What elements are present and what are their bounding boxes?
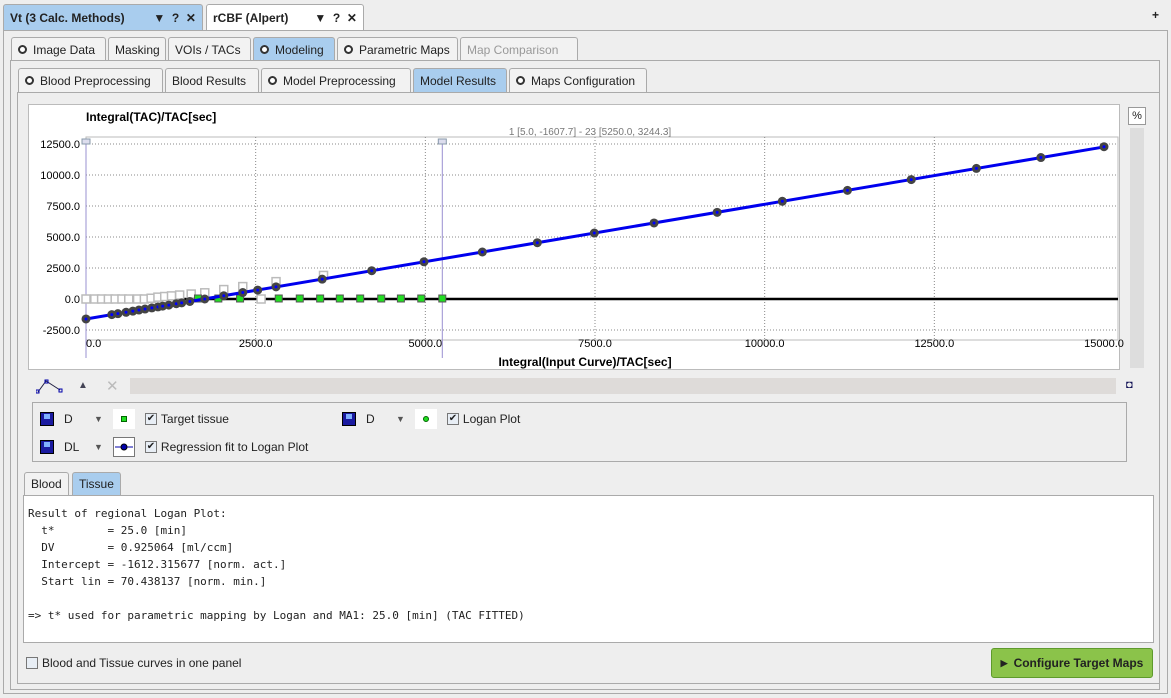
logan-point-center bbox=[241, 291, 245, 295]
target-tissue-point bbox=[274, 294, 283, 303]
chevron-down-icon[interactable]: ▼ bbox=[396, 414, 405, 424]
plot-frame bbox=[85, 136, 1119, 341]
excluded-point bbox=[166, 291, 177, 301]
target-tissue-point bbox=[417, 294, 426, 303]
y-tick-label: 2500.0 bbox=[46, 263, 80, 275]
x-tick-label: 7500.0 bbox=[578, 338, 612, 350]
play-icon: ▶ bbox=[1000, 657, 1008, 668]
line-swatch[interactable] bbox=[112, 437, 135, 457]
logan-point-center bbox=[116, 312, 120, 316]
x-tick-label: 10000.0 bbox=[745, 338, 785, 350]
y-tick-label: 12500.0 bbox=[40, 139, 80, 151]
logan-point-center bbox=[131, 309, 135, 313]
y-axis-label: Integral(TAC)/TAC[sec] bbox=[86, 110, 216, 124]
logan-point-center bbox=[320, 277, 324, 281]
logan-point-center bbox=[1102, 145, 1106, 149]
triangle-up-icon[interactable]: ▲ bbox=[78, 380, 88, 391]
target-tissue-point bbox=[335, 294, 344, 303]
logan-point-center bbox=[150, 306, 154, 310]
target-tissue-point bbox=[377, 294, 386, 303]
y-tick-label: 7500.0 bbox=[46, 201, 80, 213]
vertical-scrollbar[interactable] bbox=[1130, 128, 1144, 368]
logan-point-center bbox=[161, 304, 165, 308]
logan-point-center bbox=[780, 199, 784, 203]
save-icon[interactable] bbox=[40, 412, 54, 426]
logan-chart[interactable]: 0.0 2500.0 5000.0 7500.0 10000.0 12500.0 15000… bbox=[0, 0, 1171, 380]
logan-point-center bbox=[715, 210, 719, 214]
save-icon[interactable] bbox=[40, 440, 54, 454]
legend-logan-plot: D ▼ ✔ Logan Plot bbox=[342, 409, 520, 429]
logan-point-center bbox=[167, 303, 171, 307]
logan-point-center bbox=[222, 294, 226, 298]
logan-point-center bbox=[652, 221, 656, 225]
chevron-down-icon[interactable]: ▼ bbox=[94, 414, 103, 424]
range-marker-handle bbox=[437, 138, 447, 145]
y-tick-label: 10000.0 bbox=[40, 170, 80, 182]
camera-icon[interactable]: ◘ bbox=[1126, 379, 1133, 391]
legend-regression: DL ▼ ✔ Regression fit to Logan Plot bbox=[40, 437, 308, 457]
logan-point-center bbox=[203, 297, 207, 301]
logan-point-center bbox=[110, 313, 114, 317]
x-axis-label: Integral(Input Curve)/TAC[sec] bbox=[498, 355, 671, 369]
excluded-point bbox=[256, 294, 266, 304]
excluded-point bbox=[81, 294, 91, 304]
logan-point-center bbox=[274, 285, 278, 289]
x-tick-label: 2500.0 bbox=[239, 338, 273, 350]
horizontal-scrollbar[interactable] bbox=[130, 378, 1116, 394]
chevron-down-icon[interactable]: ▼ bbox=[94, 442, 103, 452]
logan-point-center bbox=[180, 301, 184, 305]
logan-plot-checkbox[interactable]: ✔ bbox=[446, 413, 459, 425]
configure-target-maps-button[interactable]: ▶ Configure Target Maps bbox=[991, 648, 1153, 678]
marker-swatch[interactable] bbox=[112, 409, 135, 429]
one-panel-option[interactable]: Blood and Tissue curves in one panel bbox=[26, 656, 241, 670]
x-tick-label: 12500.0 bbox=[914, 338, 954, 350]
logan-point-center bbox=[188, 299, 192, 303]
y-tick-label: 0.0 bbox=[65, 294, 80, 306]
result-text: Result of regional Logan Plot: t* = 25.0… bbox=[28, 507, 525, 622]
percent-button[interactable]: % bbox=[1128, 107, 1146, 125]
target-tissue-point bbox=[396, 294, 405, 303]
one-panel-checkbox[interactable] bbox=[26, 657, 38, 669]
x-tick-label: 0.0 bbox=[86, 338, 101, 350]
logan-point-center bbox=[974, 166, 978, 170]
excluded-point bbox=[124, 294, 134, 304]
x-tick-label: 15000.0 bbox=[1084, 338, 1124, 350]
logan-point-center bbox=[535, 241, 539, 245]
logan-point-center bbox=[909, 178, 913, 182]
save-icon[interactable] bbox=[342, 412, 356, 426]
logan-point-center bbox=[1039, 156, 1043, 160]
close-icon[interactable]: ✕ bbox=[106, 377, 119, 395]
logan-point-center bbox=[370, 269, 374, 273]
result-text-area[interactable]: Result of regional Logan Plot: t* = 25.0… bbox=[23, 495, 1154, 643]
range-marker-handle bbox=[81, 138, 91, 145]
target-tissue-point bbox=[356, 294, 365, 303]
logan-point-center bbox=[845, 188, 849, 192]
marker-swatch[interactable] bbox=[414, 409, 437, 429]
target-tissue-checkbox[interactable]: ✔ bbox=[144, 413, 157, 425]
target-tissue-point bbox=[295, 294, 304, 303]
range-label: 1 [5.0, -1607.7] - 23 [5250.0, 3244.3] bbox=[509, 127, 672, 138]
excluded-point bbox=[174, 290, 185, 300]
logan-point-center bbox=[480, 250, 484, 254]
target-tissue-point bbox=[316, 294, 325, 303]
tab-tissue[interactable]: Tissue bbox=[72, 472, 121, 495]
y-tick-label: -2500.0 bbox=[43, 325, 80, 337]
y-tick-label: 5000.0 bbox=[46, 232, 80, 244]
target-tissue-point bbox=[438, 294, 447, 303]
logan-point-center bbox=[422, 260, 426, 264]
x-tick-label: 5000.0 bbox=[409, 338, 443, 350]
logan-point-center bbox=[143, 307, 147, 311]
tab-blood[interactable]: Blood bbox=[24, 472, 69, 495]
regression-checkbox[interactable]: ✔ bbox=[144, 441, 157, 453]
logan-point-center bbox=[592, 231, 596, 235]
logan-point-center bbox=[124, 310, 128, 314]
logan-point-center bbox=[137, 308, 141, 312]
logan-point-center bbox=[84, 317, 88, 321]
curve-tool-icon[interactable] bbox=[36, 377, 64, 395]
legend-target-tissue: D ▼ ✔ Target tissue bbox=[40, 409, 229, 429]
logan-point-center bbox=[256, 288, 260, 292]
